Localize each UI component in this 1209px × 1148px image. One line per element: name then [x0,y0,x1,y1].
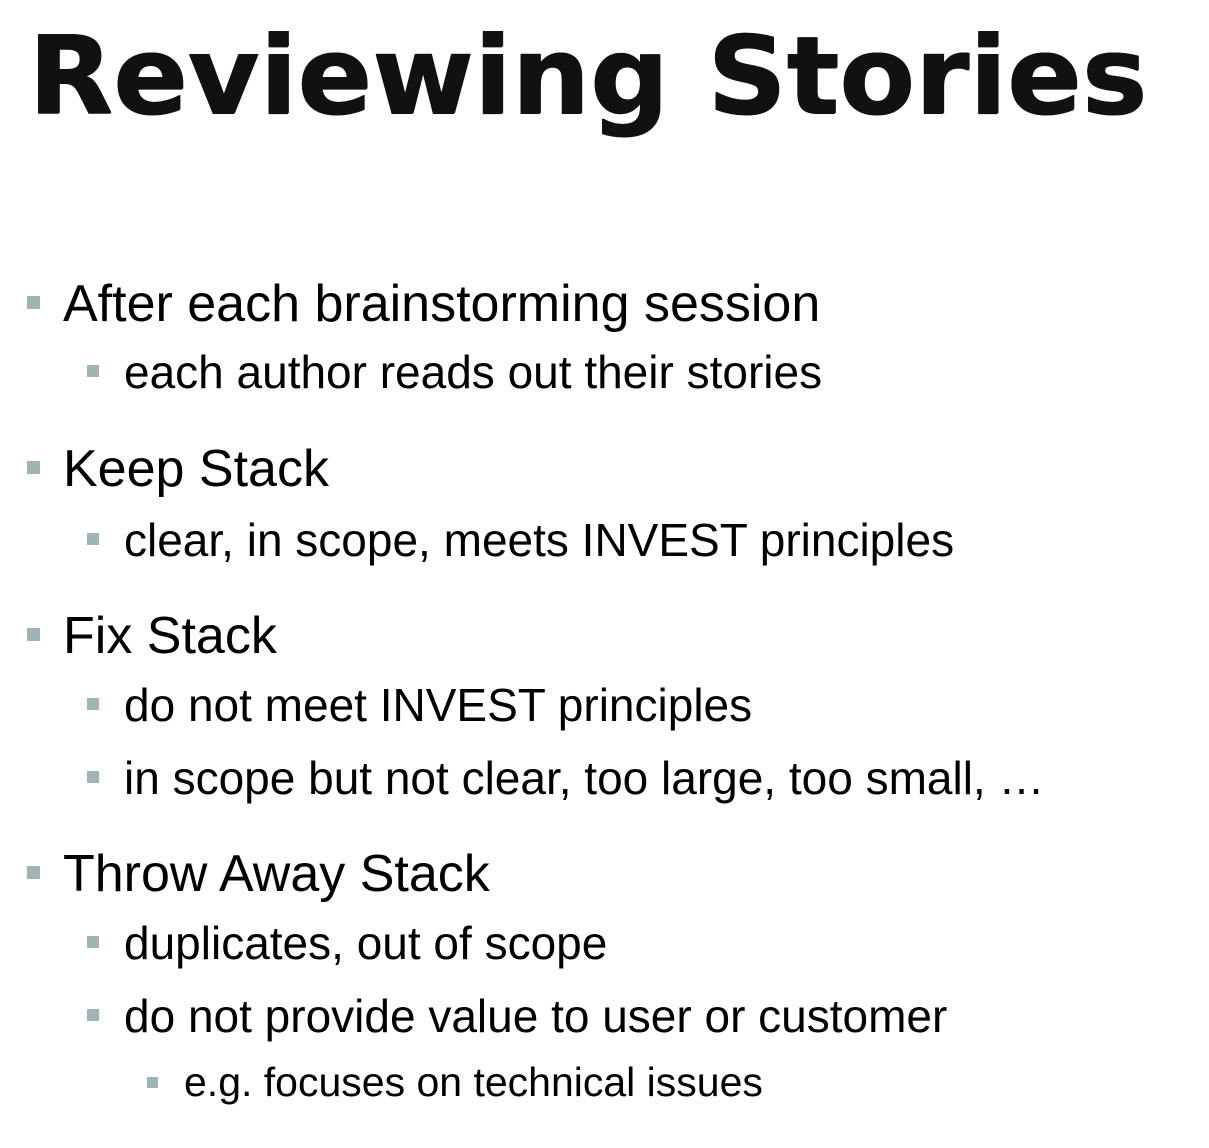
bullet-marker [87,936,99,948]
bullet-marker [87,698,99,710]
bullet-text: Throw Away Stack [63,845,490,903]
bullet-text: Fix Stack [63,607,277,665]
bullet-text: clear, in scope, meets INVEST principles [124,514,955,566]
bullet-text: do not provide value to user or customer [124,990,948,1042]
bullet-marker [27,461,40,474]
bullet-text: do not meet INVEST principles [124,679,753,731]
bullet-text: in scope but not clear, too large, too s… [124,752,1045,804]
bullet-text: Keep Stack [63,440,329,498]
bullet-marker [147,1077,158,1088]
bullet-list: After each brainstorming session each au… [0,0,1209,1148]
bullet-text: e.g. focuses on technical issues [184,1059,763,1105]
bullet-text: After each brainstorming session [63,275,821,333]
bullet-marker [27,296,40,309]
bullet-marker [87,365,99,377]
bullet-marker [27,628,40,641]
bullet-marker [87,771,99,783]
bullet-text: each author reads out their stories [124,346,823,398]
bullet-text: duplicates, out of scope [124,917,608,969]
bullet-marker [27,866,40,879]
bullet-marker [87,1009,99,1021]
bullet-marker [87,533,99,545]
